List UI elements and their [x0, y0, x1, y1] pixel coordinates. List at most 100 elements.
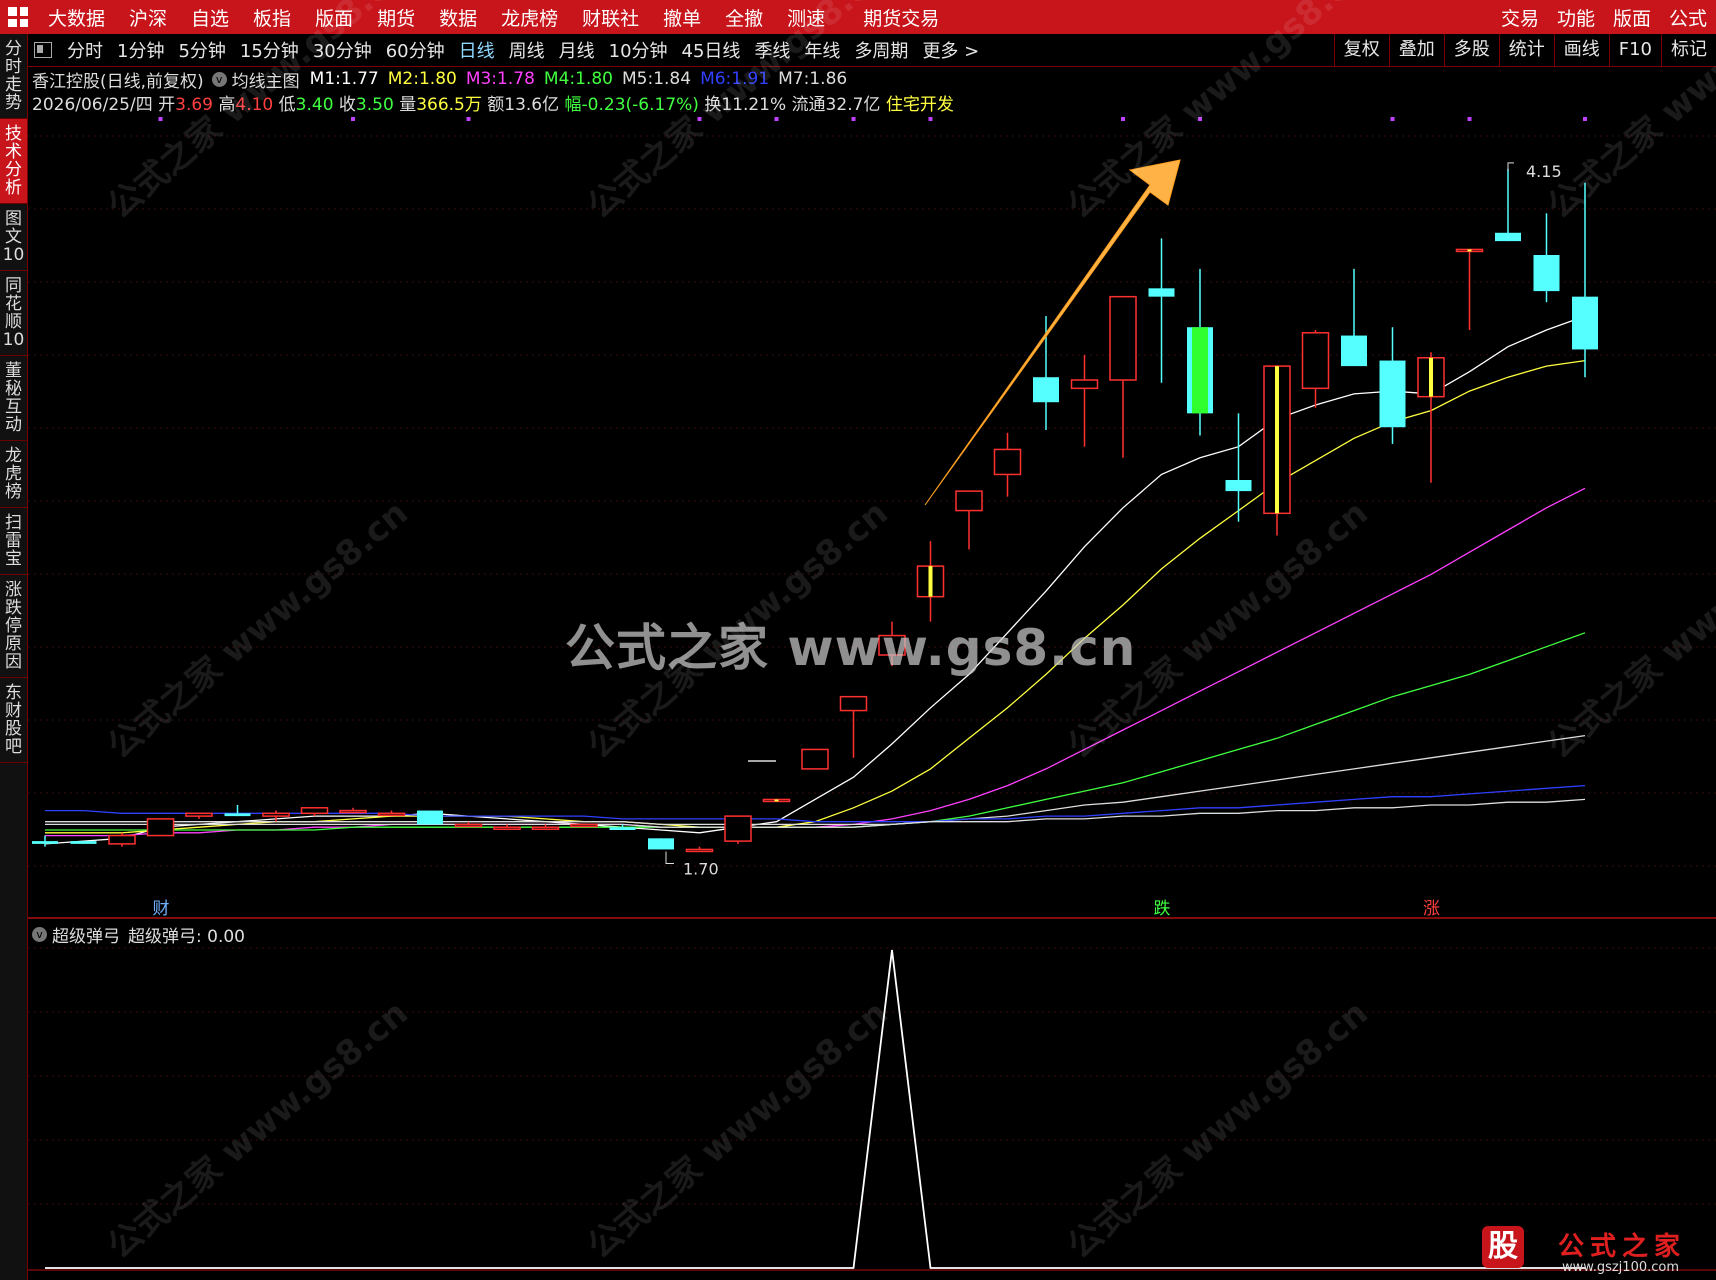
candle-body	[185, 812, 213, 817]
sidebar-tab[interactable]: 东财股吧	[0, 678, 27, 763]
event-marker[interactable]: 跌	[1154, 899, 1171, 919]
high-price-label: 4.15	[1526, 162, 1562, 181]
lower-indicator-title: v 超级弹弓 超级弹弓: 0.00	[32, 922, 245, 947]
event-marker[interactable]: 涨	[1423, 899, 1440, 919]
top-menu-item[interactable]: 功能	[1548, 4, 1604, 31]
period-tab[interactable]: 日线	[452, 37, 502, 63]
panel-toggle-icon[interactable]	[34, 42, 52, 58]
top-menu-item[interactable]: 全撤	[713, 4, 775, 31]
ohlc-field: 高	[218, 95, 236, 115]
ohlc-field: 流通32.7亿	[791, 95, 886, 115]
stock-info-line: 香江控股(日线,前复权) v 均线主图 M1:1.77 M2:1.80 M3:1.7…	[32, 67, 856, 92]
period-tab[interactable]: 60分钟	[379, 37, 452, 63]
sidebar-tab[interactable]: 涨跌停原因	[0, 575, 27, 678]
sidebar-tab[interactable]: 董秘互动	[0, 356, 27, 441]
candle-body	[1033, 377, 1059, 403]
watermark-tile: 公式之家 www.gs8.cn	[1540, 493, 1716, 767]
event-marker[interactable]: 财	[153, 899, 170, 919]
candle	[801, 748, 829, 770]
period-tab[interactable]: 多周期	[847, 37, 915, 63]
toolbar-tool-button[interactable]: 画线	[1553, 34, 1609, 66]
top-menu-item[interactable]: 大数据	[36, 4, 117, 31]
top-menu-item[interactable]: 财联社	[570, 4, 651, 31]
top-menu-item[interactable]: 测速	[775, 4, 837, 31]
candle	[454, 821, 483, 828]
period-tab[interactable]: 1分钟	[110, 37, 171, 63]
period-tab[interactable]: 分时	[60, 37, 110, 63]
brand-mark: 股	[1482, 1226, 1524, 1268]
sidebar-tab[interactable]: 龙虎榜	[0, 441, 27, 508]
lower-indicator-name[interactable]: 超级弹弓	[52, 922, 120, 947]
top-menu-item[interactable]: 龙虎榜	[489, 4, 570, 31]
chevron-down-icon[interactable]: v	[32, 927, 47, 942]
sidebar-tab[interactable]: 扫雷宝	[0, 508, 27, 575]
candle-body	[1263, 365, 1291, 515]
top-menu-item[interactable]: 撤单	[651, 4, 713, 31]
sidebar-tab[interactable]: 同花顺10	[0, 271, 27, 356]
top-menu-item[interactable]: 沪深	[117, 4, 179, 31]
candle	[762, 798, 791, 803]
candle-body	[685, 848, 714, 853]
sidebar-tab[interactable]: 图文10	[0, 204, 27, 271]
period-tab[interactable]: 季线	[747, 37, 797, 63]
top-menu-item[interactable]: 版面	[1604, 4, 1660, 31]
ma-line-m6	[45, 784, 1586, 823]
top-menu-item[interactable]: 自选	[179, 4, 241, 31]
candle-body	[339, 809, 367, 814]
top-menu-item[interactable]: 期货交易	[851, 4, 951, 31]
period-tab[interactable]: 30分钟	[306, 37, 379, 63]
toolbar-tool-button[interactable]: 叠加	[1388, 34, 1444, 66]
signal-dot	[1198, 117, 1202, 121]
signal-dot	[851, 117, 856, 121]
candle	[1341, 268, 1367, 367]
period-tabs: 分时 1分钟 5分钟 15分钟 30分钟 60分钟 日线 周线 月线 10分钟 45日线 季线 年线 多周…	[60, 37, 986, 63]
candle-body	[1301, 332, 1330, 390]
period-tab[interactable]: 45日线	[675, 37, 748, 63]
candle-body	[224, 813, 251, 817]
candle-body	[454, 823, 483, 828]
top-menu-item[interactable]: 交易	[1492, 4, 1548, 31]
candle-body	[1070, 379, 1099, 390]
ma-value: M4:1.80	[544, 69, 613, 89]
period-tab[interactable]: 月线	[552, 37, 602, 63]
ohlc-field: 低	[278, 95, 296, 115]
watermark-tile: 公式之家 www.gs8.cn	[1060, 993, 1376, 1267]
top-menu-item[interactable]: 公式	[1660, 4, 1716, 31]
candle-body	[32, 841, 58, 844]
toolbar-tool-button[interactable]: 多股	[1443, 34, 1499, 66]
ohlc-field: 4.10	[235, 95, 279, 115]
top-menu-item[interactable]: 期货	[365, 4, 427, 31]
apps-grid-icon[interactable]	[8, 7, 28, 27]
toolbar-tool-button[interactable]: F10	[1608, 34, 1661, 66]
toolbar-tool-button[interactable]: 复权	[1333, 34, 1389, 66]
chevron-down-icon[interactable]: v	[211, 71, 227, 87]
candle-body	[377, 812, 406, 817]
sidebar-tab[interactable]: 技术分析	[0, 119, 27, 204]
top-menu-item[interactable]: 版面	[303, 4, 365, 31]
candle	[1301, 330, 1330, 408]
limit-up-mark	[1275, 366, 1279, 514]
period-tab[interactable]: 15分钟	[233, 37, 306, 63]
top-menu-bar: 大数据 沪深 自选 板指 版面 期货 数据 龙虎榜 财联社 撤单 全撤 测速 期货交易 交易 功能 版面 公式	[0, 0, 1716, 34]
toolbar-tool-button[interactable]: 标记	[1661, 34, 1716, 66]
candle	[1148, 238, 1175, 383]
candle	[1533, 213, 1560, 303]
top-menu-item[interactable]: 数据	[427, 4, 489, 31]
candle	[955, 490, 983, 550]
toolbar-tool-button[interactable]: 统计	[1498, 34, 1554, 66]
period-tab[interactable]: 周线	[502, 37, 552, 63]
period-tab[interactable]: 5分钟	[171, 37, 232, 63]
indicator-name[interactable]: 均线主图	[232, 67, 300, 92]
top-menu-item[interactable]: 板指	[241, 4, 303, 31]
period-tab[interactable]: 更多 >	[915, 37, 986, 63]
period-tab[interactable]: 10分钟	[602, 37, 675, 63]
candle-body	[108, 834, 136, 845]
candle-body	[801, 748, 829, 770]
sidebar-tab[interactable]: 分时走势	[0, 34, 27, 119]
signal-dot	[774, 117, 779, 121]
brand-logo: 股 公式之家 www.gszj100.com	[1470, 1222, 1716, 1280]
ohlc-field: 366.5万	[416, 95, 488, 115]
watermark-tile: 公式之家 www.gs8.cn	[100, 493, 416, 767]
period-tab[interactable]: 年线	[797, 37, 847, 63]
candle	[339, 807, 367, 814]
